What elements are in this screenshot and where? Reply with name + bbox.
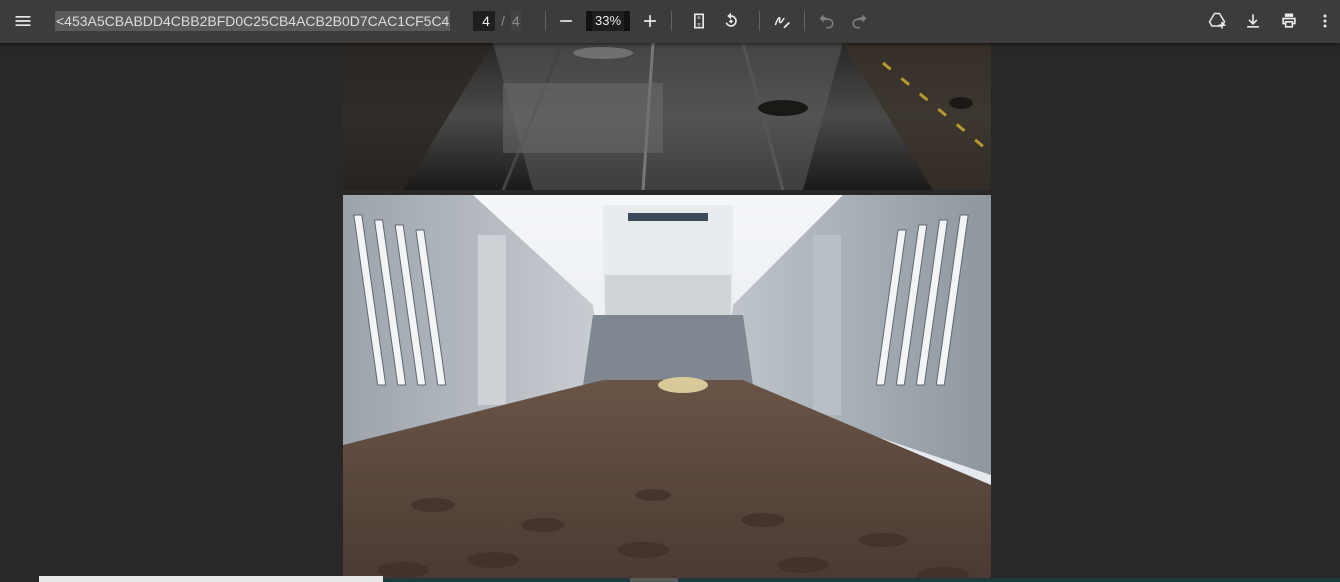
toolbar-divider — [545, 11, 546, 31]
zoom-level-input[interactable]: 33% — [586, 11, 630, 31]
redo-button[interactable] — [843, 6, 875, 36]
print-icon — [1282, 13, 1296, 28]
scrollbar-thumb[interactable] — [630, 578, 678, 582]
pen-annotate-icon — [774, 16, 790, 29]
rotate-button[interactable] — [715, 6, 747, 36]
more-options-button[interactable] — [1309, 6, 1340, 36]
pdf-page-photo-deck — [343, 43, 991, 190]
toolbar-divider — [671, 11, 672, 31]
zoom-in-button[interactable] — [634, 6, 666, 36]
download-button[interactable] — [1237, 6, 1269, 36]
page-selector: 4 / 4 — [473, 11, 521, 31]
fit-to-page-icon — [694, 13, 704, 29]
total-pages: 4 — [510, 11, 521, 31]
pdf-viewer-area[interactable] — [0, 43, 1340, 582]
bottom-edge — [383, 578, 1340, 582]
undo-button[interactable] — [811, 6, 843, 36]
fit-to-page-button[interactable] — [683, 6, 715, 36]
add-to-drive-button[interactable] — [1201, 6, 1233, 36]
zoom-out-button[interactable] — [550, 6, 582, 36]
annotate-button[interactable] — [766, 6, 798, 36]
minus-icon — [560, 20, 572, 22]
horizontal-scrollbar-track[interactable] — [39, 576, 383, 582]
redo-icon — [852, 14, 867, 29]
rotate-counterclockwise-icon — [725, 12, 737, 27]
ship-deck-photo — [343, 43, 991, 190]
current-page-input[interactable]: 4 — [473, 11, 495, 31]
more-vert-icon — [1323, 14, 1327, 28]
pdf-page-photo-cargo-hold — [343, 195, 991, 582]
toolbar-divider — [804, 11, 805, 31]
add-to-drive-icon — [1208, 12, 1226, 29]
plus-icon — [644, 15, 656, 27]
toolbar-divider — [759, 11, 760, 31]
download-icon — [1247, 14, 1259, 28]
page-separator: / — [501, 13, 505, 29]
document-title: <453A5CBABDD4CBB2BFD0C25CB4ACB2B0D7CAC1C… — [55, 11, 450, 31]
print-button[interactable] — [1273, 6, 1305, 36]
undo-icon — [819, 14, 834, 29]
pdf-toolbar: <453A5CBABDD4CBB2BFD0C25CB4ACB2B0D7CAC1C… — [0, 0, 1340, 43]
hamburger-menu-icon[interactable] — [7, 6, 39, 36]
cargo-hold-photo — [343, 195, 991, 582]
